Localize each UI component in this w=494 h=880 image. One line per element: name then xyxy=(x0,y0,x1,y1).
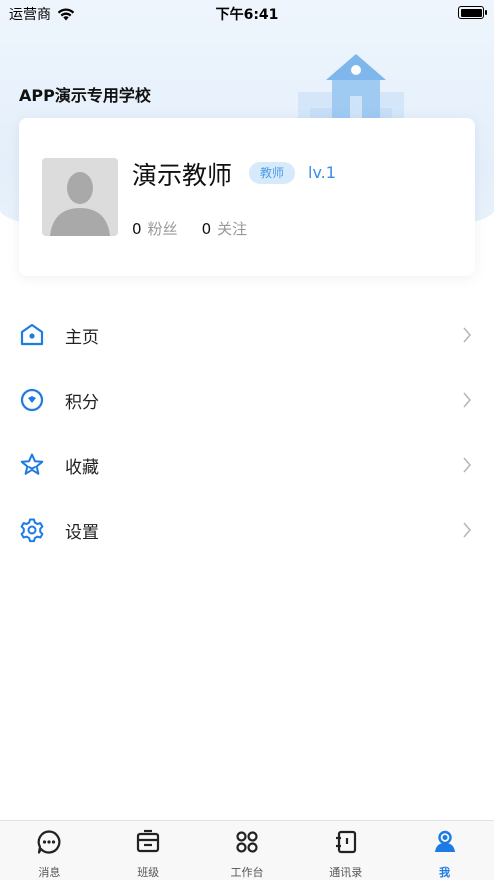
following-label: 关注 xyxy=(217,220,248,238)
menu-label-favorites: 收藏 xyxy=(65,458,99,478)
chevron-right-icon xyxy=(463,457,471,473)
user-name: 演示教师 xyxy=(132,161,233,190)
tab-label-contacts: 通讯录 xyxy=(329,866,363,879)
menu-label-settings: 设置 xyxy=(65,523,99,543)
chevron-right-icon xyxy=(463,327,471,343)
menu-item-settings[interactable]: 设置 xyxy=(0,497,494,562)
menu-item-home[interactable]: 主页 xyxy=(0,302,494,367)
message-icon xyxy=(38,830,61,854)
bottom-tab-bar: 消息 班级 工作台 通讯录 我 xyxy=(0,820,494,880)
points-icon xyxy=(20,388,44,412)
default-avatar-icon xyxy=(42,158,118,236)
tab-me[interactable]: 我 xyxy=(395,821,494,880)
profile-stats: 0 粉丝 0 关注 xyxy=(132,218,247,239)
menu-item-favorites[interactable]: 收藏 xyxy=(0,432,494,497)
school-building-icon xyxy=(298,54,404,122)
workbench-icon xyxy=(236,831,258,853)
followers-label: 粉丝 xyxy=(147,220,178,238)
status-bar: 运营商 下午6:41 xyxy=(0,0,494,26)
followers-count: 0 xyxy=(132,220,142,238)
tab-label-workbench: 工作台 xyxy=(230,866,264,879)
status-time: 下午6:41 xyxy=(215,7,279,23)
following-count: 0 xyxy=(201,220,212,238)
followers-stat[interactable]: 0 粉丝 xyxy=(132,218,178,239)
tab-class[interactable]: 班级 xyxy=(99,821,198,880)
star-icon xyxy=(20,453,44,475)
menu-label-home: 主页 xyxy=(65,328,99,348)
chevron-right-icon xyxy=(463,392,471,408)
tab-label-messages: 消息 xyxy=(38,866,61,879)
following-stat[interactable]: 0 关注 xyxy=(202,218,248,239)
contacts-icon xyxy=(335,830,356,854)
tab-label-class: 班级 xyxy=(137,866,160,879)
tab-label-me: 我 xyxy=(439,866,451,879)
avatar[interactable] xyxy=(42,158,118,236)
level-label: lv.1 xyxy=(308,163,336,182)
chevron-right-icon xyxy=(463,522,471,538)
profile-card[interactable]: 演示教师 教师 lv.1 0 粉丝 0 关注 xyxy=(19,118,475,276)
class-icon xyxy=(137,829,160,853)
menu-label-points: 积分 xyxy=(65,393,99,413)
school-name: APP演示专用学校 xyxy=(19,86,151,105)
me-icon xyxy=(434,830,455,852)
tab-workbench[interactable]: 工作台 xyxy=(198,821,297,880)
battery-icon xyxy=(458,6,487,19)
settings-menu: 主页 积分 收藏 设置 xyxy=(0,302,494,562)
role-badge: 教师 xyxy=(249,162,296,184)
menu-item-points[interactable]: 积分 xyxy=(0,367,494,432)
tab-messages[interactable]: 消息 xyxy=(0,821,99,880)
home-icon xyxy=(20,323,44,346)
gear-icon xyxy=(20,518,44,543)
tab-contacts[interactable]: 通讯录 xyxy=(296,821,395,880)
